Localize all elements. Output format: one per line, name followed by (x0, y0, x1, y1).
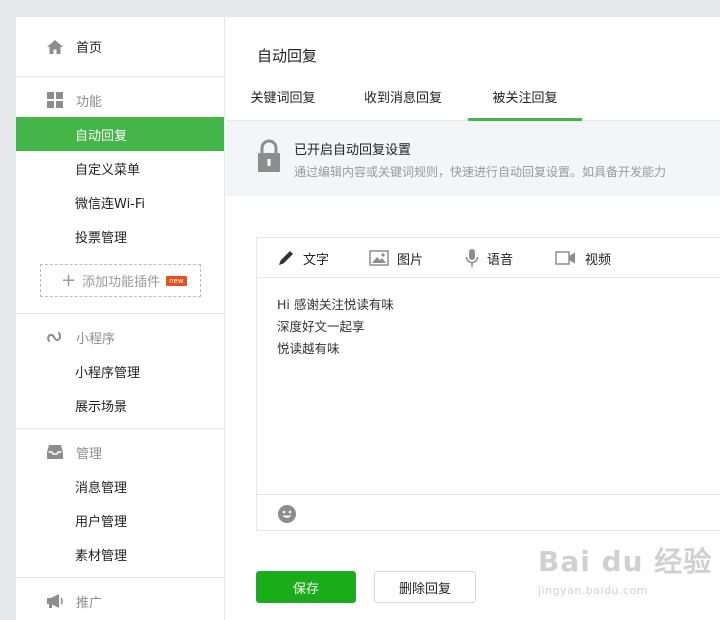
app-frame: 首页 功能 自动回复 自定义菜单 微信连Wi-Fi 投票管理 + 添加功能插件 … (16, 17, 720, 620)
voice-tool-button[interactable]: 语音 (465, 238, 513, 278)
page-title: 自动回复 (257, 47, 318, 65)
text-tool-button[interactable]: 文字 (277, 238, 329, 278)
sidebar-group-features: 功能 (16, 83, 224, 117)
emoji-icon[interactable] (277, 504, 297, 528)
save-button[interactable]: 保存 (256, 571, 356, 603)
grid-icon (46, 91, 64, 109)
voice-tool-label: 语音 (487, 252, 514, 268)
editor-line: Hi 感谢关注悦读有味 (277, 297, 394, 312)
reply-editor: 文字 图片 语音 视频 Hi 感谢关注悦读有味 深度好文一起享 悦读越有味 (256, 237, 720, 531)
image-tool-label: 图片 (397, 252, 424, 268)
sidebar-group-features-label: 功能 (76, 94, 103, 110)
baidu-watermark: Bai du 经验 jingyan.baidu.com (538, 540, 712, 597)
video-icon (555, 250, 577, 266)
sidebar-item-label: 展示场景 (75, 399, 128, 415)
sidebar-item-wifi[interactable]: 微信连Wi-Fi (16, 185, 224, 219)
tab-bar: 关键词回复 收到消息回复 被关注回复 (226, 87, 720, 121)
sidebar-item-label: 自动回复 (75, 128, 128, 144)
sidebar-item-label: 小程序管理 (75, 365, 141, 381)
microphone-icon (465, 248, 479, 268)
sidebar-divider (16, 313, 224, 314)
sidebar-item-users[interactable]: 用户管理 (16, 503, 224, 537)
sidebar-group-miniprogram-label: 小程序 (76, 331, 116, 347)
inbox-icon (46, 443, 64, 461)
add-plugin-label: 添加功能插件 (82, 275, 161, 290)
pencil-icon (277, 249, 295, 267)
editor-toolbar: 文字 图片 语音 视频 (257, 238, 720, 278)
sidebar-item-label: 用户管理 (75, 514, 128, 530)
video-tool-button[interactable]: 视频 (555, 238, 611, 278)
sidebar-item-messages[interactable]: 消息管理 (16, 469, 224, 503)
text-tool-label: 文字 (303, 252, 330, 268)
sidebar-divider (16, 577, 224, 578)
sidebar-item-label: 投票管理 (75, 230, 128, 246)
sidebar-item-label: 消息管理 (75, 480, 128, 496)
sidebar-item-label: 素材管理 (75, 548, 128, 564)
sidebar-group-miniprogram: 小程序 (16, 320, 224, 354)
sidebar-group-promote: 推广 (16, 584, 224, 618)
tab-follow-reply[interactable]: 被关注回复 (468, 87, 582, 121)
editor-footer (257, 494, 720, 531)
notice-description: 通过编辑内容或关键词规则，快速进行自动回复设置。如具备开发能力 (294, 165, 667, 179)
watermark-main-text: Bai du 经验 (538, 545, 713, 578)
sidebar-home-label: 首页 (76, 41, 103, 56)
delete-reply-button[interactable]: 删除回复 (374, 571, 476, 603)
miniprogram-icon (46, 328, 64, 346)
video-tool-label: 视频 (585, 252, 612, 268)
sidebar: 首页 功能 自动回复 自定义菜单 微信连Wi-Fi 投票管理 + 添加功能插件 … (16, 17, 225, 620)
plus-icon: + (61, 269, 77, 291)
tab-message-reply[interactable]: 收到消息回复 (358, 87, 448, 121)
notice-title: 已开启自动回复设置 (294, 143, 412, 158)
sidebar-item-home[interactable]: 首页 (16, 17, 224, 77)
sidebar-group-manage-label: 管理 (76, 446, 103, 462)
editor-line: 悦读越有味 (277, 341, 340, 356)
tab-keyword-reply[interactable]: 关键词回复 (248, 87, 318, 121)
add-plugin-button[interactable]: + 添加功能插件 new (40, 264, 201, 297)
sidebar-item-custom-menu[interactable]: 自定义菜单 (16, 151, 224, 185)
sidebar-item-vote[interactable]: 投票管理 (16, 219, 224, 253)
sidebar-item-display-scene[interactable]: 展示场景 (16, 388, 224, 422)
editor-text-area[interactable]: Hi 感谢关注悦读有味 深度好文一起享 悦读越有味 (277, 294, 394, 360)
sidebar-item-miniprogram-manage[interactable]: 小程序管理 (16, 354, 224, 388)
main-content: 自动回复 关键词回复 收到消息回复 被关注回复 已开启自动回复设置 通过编辑内容… (226, 17, 720, 620)
new-badge: new (166, 275, 187, 286)
sidebar-item-label: 自定义菜单 (75, 162, 141, 178)
megaphone-icon (46, 592, 64, 610)
sidebar-group-manage: 管理 (16, 435, 224, 469)
image-icon (369, 250, 389, 266)
home-icon (46, 38, 64, 56)
status-notice: 已开启自动回复设置 通过编辑内容或关键词规则，快速进行自动回复设置。如具备开发能… (226, 121, 720, 196)
image-tool-button[interactable]: 图片 (369, 238, 423, 278)
sidebar-item-label: 微信连Wi-Fi (75, 196, 146, 212)
editor-line: 深度好文一起享 (277, 319, 365, 334)
sidebar-item-materials[interactable]: 素材管理 (16, 537, 224, 571)
lock-icon (256, 139, 282, 177)
sidebar-divider (16, 428, 224, 429)
watermark-sub-text: jingyan.baidu.com (538, 584, 649, 597)
sidebar-item-auto-reply[interactable]: 自动回复 (16, 117, 224, 151)
sidebar-group-promote-label: 推广 (76, 595, 103, 611)
